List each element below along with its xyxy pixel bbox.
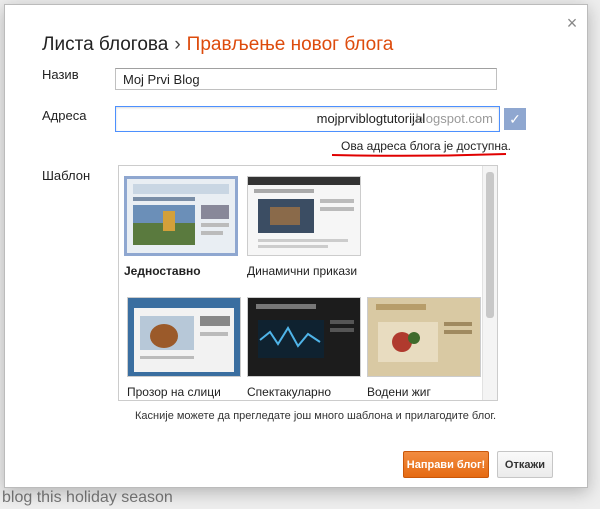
template-name: Спектакуларно: [247, 385, 332, 399]
red-underline-annotation: [331, 153, 507, 157]
template-picture-window[interactable]: Прозор на слици: [127, 297, 241, 399]
address-value: mojprviblogtutorijal: [316, 111, 425, 126]
blog-address-input[interactable]: mojprviblogtutorijal .blogspot.com: [115, 106, 500, 132]
name-label: Назив: [42, 67, 79, 82]
template-scrollbar[interactable]: [482, 166, 497, 400]
template-thumbnail: [247, 297, 361, 377]
address-suffix: .blogspot.com: [412, 111, 493, 126]
scrollbar-thumb[interactable]: [486, 172, 494, 318]
template-name: Водени жиг: [367, 385, 431, 399]
close-icon[interactable]: ×: [564, 14, 580, 32]
template-thumbnail: [127, 297, 241, 377]
template-awesome[interactable]: Спектакуларно: [247, 297, 361, 399]
template-thumbnail: [247, 176, 361, 256]
create-blog-button[interactable]: Направи блог!: [403, 451, 489, 478]
breadcrumb-separator: ›: [174, 34, 181, 55]
template-name: Једноставно: [124, 264, 201, 278]
dialog-title: Листа блогова › Прављење новог блога: [42, 34, 393, 56]
blog-name-input[interactable]: Moj Prvi Blog: [115, 68, 497, 90]
template-dynamic[interactable]: Динамични прикази: [247, 176, 361, 278]
breadcrumb-current: Прављење новог блога: [186, 34, 394, 55]
availability-message: Ова адреса блога је доступна.: [341, 139, 511, 153]
template-hint: Касније можете да прегледате још много ш…: [135, 410, 497, 422]
template-label: Шаблон: [42, 168, 91, 183]
template-thumbnail: [367, 297, 481, 377]
template-name: Прозор на слици: [127, 385, 221, 399]
template-thumbnail: [124, 176, 238, 256]
template-gallery: Једноставно Динамични прикази Прозор на …: [118, 165, 498, 401]
address-label: Адреса: [42, 108, 87, 123]
create-blog-dialog: × Листа блогова › Прављење новог блога Наз…: [4, 4, 588, 488]
check-icon: ✓: [504, 108, 526, 130]
template-name: Динамични прикази: [247, 264, 358, 278]
background-text: blog this holiday season: [2, 489, 173, 506]
template-simple[interactable]: Једноставно: [124, 176, 238, 278]
cancel-button[interactable]: Откажи: [497, 451, 553, 478]
breadcrumb-blog-list[interactable]: Листа блогова: [42, 34, 168, 55]
template-watermark[interactable]: Водени жиг: [367, 297, 481, 399]
